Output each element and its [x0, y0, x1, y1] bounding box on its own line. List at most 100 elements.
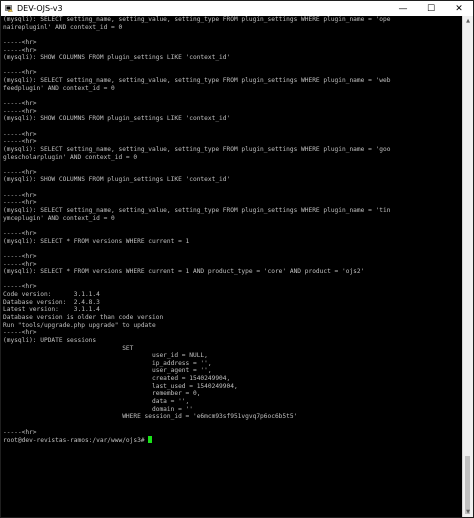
- terminal-line-text: Latest version: 3.1.1.4: [3, 306, 100, 314]
- scroll-down-arrow-icon[interactable]: ▼: [463, 507, 473, 517]
- terminal-line-text: -----<hr>: [3, 229, 37, 237]
- terminal-line-text: (mysqli): SELECT * FROM versions WHERE c…: [3, 237, 190, 245]
- terminal-line-text: -----<hr>: [3, 329, 37, 337]
- terminal-line-text: -----<hr>: [3, 260, 37, 268]
- scroll-up-arrow-icon[interactable]: ▲: [463, 16, 473, 26]
- text-cursor: [148, 436, 153, 444]
- terminal-line-text: user_id = NULL,: [3, 352, 208, 360]
- terminal-line-text: (mysqli): SHOW COLUMNS FROM plugin_setti…: [3, 176, 231, 184]
- terminal-line-text: WHERE session_id = 'e6mcm93sf951vgvq7p6o…: [3, 413, 298, 421]
- terminal-line-text: -----<hr>: [3, 130, 37, 138]
- terminal-line: Latest version: 3.1.1.4: [3, 306, 463, 314]
- terminal-line-text: -----<hr>: [3, 38, 37, 46]
- terminal-line: -----<hr>: [3, 39, 463, 47]
- terminal-line: ip_address = '',: [3, 360, 463, 368]
- terminal-line: remember = 0,: [3, 390, 463, 398]
- terminal-line-text: (mysqli): SHOW COLUMNS FROM plugin_setti…: [3, 54, 231, 62]
- minimize-button[interactable]: —: [389, 1, 417, 16]
- terminal-output[interactable]: (mysqli): SELECT setting_name, setting_v…: [1, 16, 463, 517]
- terminal-line-text: ip_address = '',: [3, 359, 212, 367]
- scroll-thumb[interactable]: [465, 456, 470, 514]
- terminal-line-text: (mysqli): SELECT setting_name, setting_v…: [3, 207, 391, 215]
- shell-prompt-line: root@dev-revistas-ramos:/var/www/ojs3#: [3, 436, 463, 444]
- terminal-line-text: remember = 0,: [3, 390, 201, 398]
- terminal-line-text: data = '',: [3, 398, 190, 406]
- terminal-line: SET: [3, 345, 463, 353]
- vertical-scrollbar[interactable]: ▲ ▼: [462, 16, 473, 517]
- terminal-line: (mysqli): SELECT setting_name, setting_v…: [3, 146, 463, 154]
- terminal-line: (mysqli): SELECT * FROM versions WHERE c…: [3, 238, 463, 246]
- terminal-line: -----<hr>: [3, 253, 463, 261]
- terminal-line-text: Code version: 3.1.1.4: [3, 291, 100, 299]
- terminal-line-text: domain = '': [3, 405, 193, 413]
- window-title: DEV-OJS-v3: [17, 4, 63, 13]
- terminal-line-text: -----<hr>: [3, 283, 37, 291]
- putty-icon: [5, 4, 13, 13]
- terminal-line: (mysqli): SHOW COLUMNS FROM plugin_setti…: [3, 115, 463, 123]
- terminal-line: (mysqli): SELECT setting_name, setting_v…: [3, 207, 463, 215]
- terminal-line: -----<hr>: [3, 230, 463, 238]
- terminal-line: WHERE session_id = 'e6mcm93sf951vgvq7p6o…: [3, 413, 463, 421]
- terminal-line: (mysqli): SELECT * FROM versions WHERE c…: [3, 268, 463, 276]
- terminal-line-text: root@dev-revistas-ramos:/var/www/ojs3#: [3, 437, 149, 445]
- close-button[interactable]: ✕: [445, 1, 473, 16]
- maximize-button[interactable]: ☐: [417, 1, 445, 16]
- terminal-line-text: feedplugin' AND context_id = 0: [3, 84, 115, 92]
- terminal-line: user_id = NULL,: [3, 352, 463, 360]
- terminal-line-text: -----<hr>: [3, 168, 37, 176]
- terminal-line-text: -----<hr>: [3, 252, 37, 260]
- title-bar[interactable]: DEV-OJS-v3 — ☐ ✕: [1, 1, 473, 16]
- terminal-line: Database version: 2.4.8.3: [3, 299, 463, 307]
- terminal-line: last_used = 1540249904,: [3, 383, 463, 391]
- terminal-line-text: -----<hr>: [3, 100, 37, 108]
- terminal-line: created = 1540249904,: [3, 375, 463, 383]
- terminal-line-text: nairepluginl' AND context_id = 0: [3, 23, 123, 31]
- terminal-line-text: last_used = 1540249904,: [3, 382, 238, 390]
- terminal-line-text: created = 1540249904,: [3, 375, 231, 383]
- terminal-line-text: -----<hr>: [3, 428, 37, 436]
- terminal-line: (mysqli): UPDATE sessions: [3, 337, 463, 345]
- terminal-line-text: (mysqli): SELECT * FROM versions WHERE c…: [3, 268, 365, 276]
- terminal-line: -----<hr>: [3, 429, 463, 437]
- terminal-line-text: glescholarplugin' AND context_id = 0: [3, 153, 138, 161]
- terminal-line: (mysqli): SELECT setting_name, setting_v…: [3, 77, 463, 85]
- terminal-line: (mysqli): SELECT setting_name, setting_v…: [3, 16, 463, 24]
- terminal-line: glescholarplugin' AND context_id = 0: [3, 154, 463, 162]
- terminal-line-text: -----<hr>: [3, 199, 37, 207]
- terminal-line: -----<hr>: [3, 329, 463, 337]
- terminal-line-text: ymceplugin' AND context_id = 0: [3, 214, 115, 222]
- terminal-line: -----<hr>: [3, 283, 463, 291]
- terminal-line-text: -----<hr>: [3, 46, 37, 54]
- terminal-line: feedplugin' AND context_id = 0: [3, 85, 463, 93]
- terminal-line-text: Run "tools/upgrade.php upgrade" to updat…: [3, 321, 156, 329]
- terminal-line: -----<hr>: [3, 108, 463, 116]
- terminal-line: data = '',: [3, 398, 463, 406]
- terminal-line: -----<hr>: [3, 47, 463, 55]
- terminal-line: nairepluginl' AND context_id = 0: [3, 24, 463, 32]
- terminal-line-text: Database version: 2.4.8.3: [3, 298, 100, 306]
- terminal-line-text: -----<hr>: [3, 69, 37, 77]
- terminal-line: -----<hr>: [3, 138, 463, 146]
- terminal-line-text: -----<hr>: [3, 107, 37, 115]
- terminal-line-text: -----<hr>: [3, 138, 37, 146]
- terminal-window: DEV-OJS-v3 — ☐ ✕ (mysqli): SELECT settin…: [0, 0, 474, 518]
- terminal-line: Code version: 3.1.1.4: [3, 291, 463, 299]
- terminal-line-text: (mysqli): UPDATE sessions: [3, 336, 97, 344]
- terminal-line-text: SET: [3, 344, 134, 352]
- terminal-line: (mysqli): SHOW COLUMNS FROM plugin_setti…: [3, 176, 463, 184]
- terminal-line: -----<hr>: [3, 261, 463, 269]
- terminal-line: -----<hr>: [3, 192, 463, 200]
- terminal-line: (mysqli): SHOW COLUMNS FROM plugin_setti…: [3, 54, 463, 62]
- terminal-line: -----<hr>: [3, 199, 463, 207]
- terminal-line: user_agent = '',: [3, 367, 463, 375]
- terminal-line-text: user_agent = '',: [3, 367, 212, 375]
